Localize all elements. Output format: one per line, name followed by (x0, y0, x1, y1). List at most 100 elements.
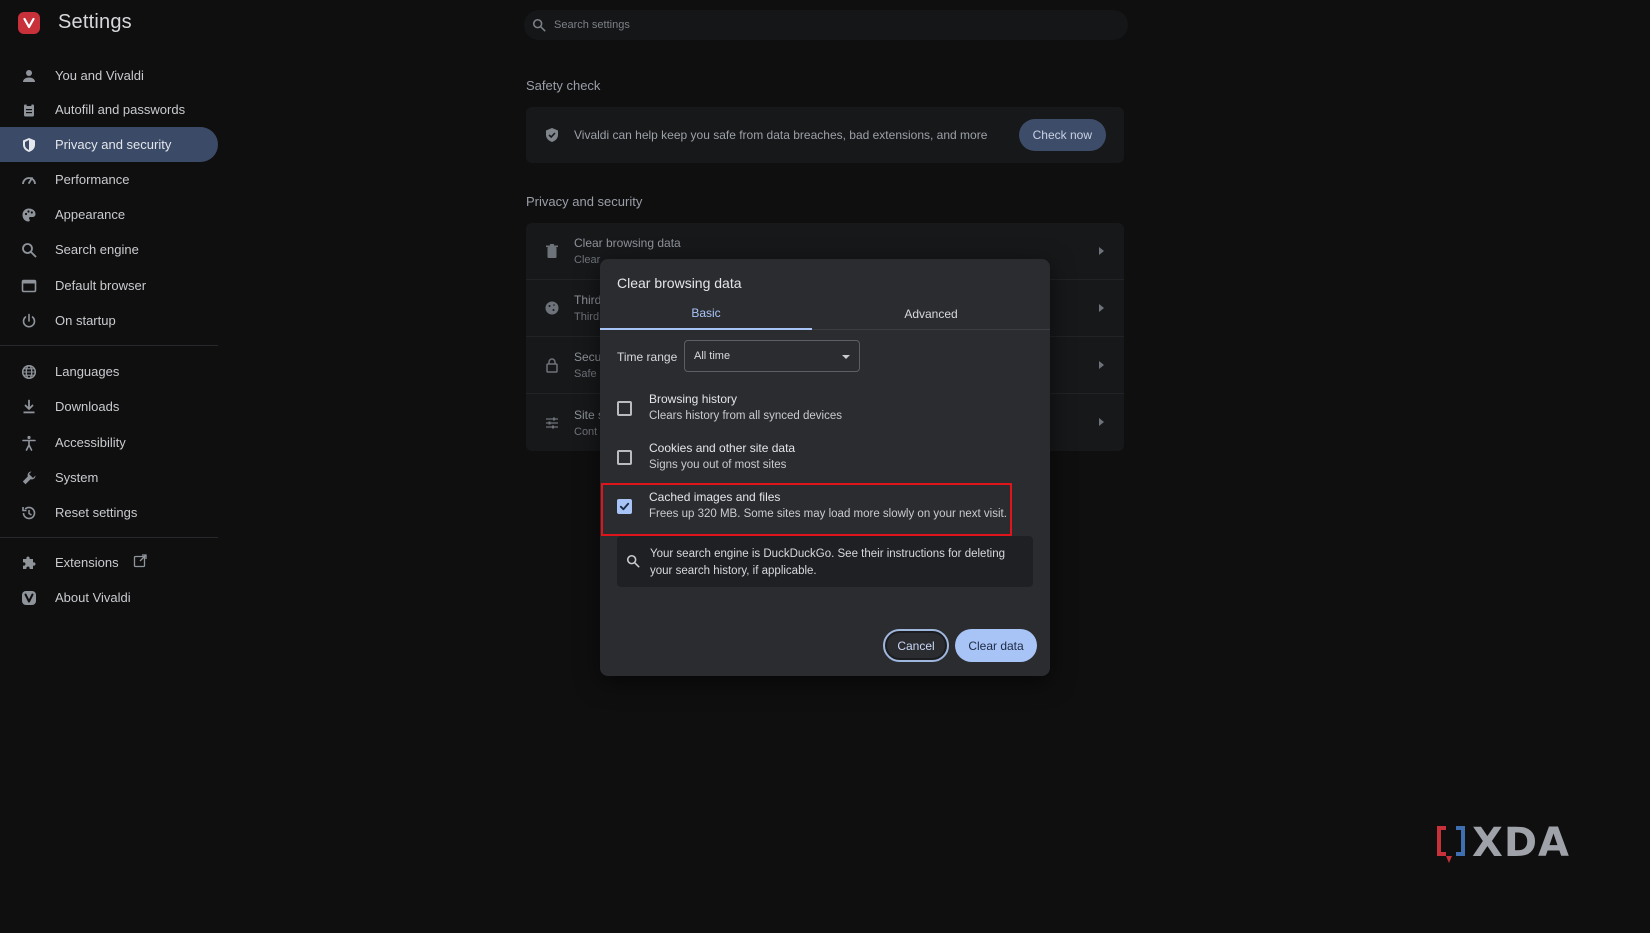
power-icon (21, 313, 37, 329)
sidebar-item-privacy-and-security[interactable]: Privacy and security (0, 127, 218, 162)
cookies-checkbox[interactable] (617, 450, 632, 465)
row-title: Third (574, 293, 602, 307)
sidebar-item-autofill[interactable]: Autofill and passwords (0, 92, 218, 127)
shield-icon (21, 137, 37, 153)
sidebar-divider (0, 537, 218, 538)
sidebar-item-default-browser[interactable]: Default browser (0, 268, 218, 303)
row-subtitle: Safe (574, 368, 597, 380)
safety-check-heading: Safety check (526, 78, 601, 93)
chevron-right-icon (1099, 247, 1104, 255)
sidebar-item-label: System (55, 470, 99, 485)
chevron-right-icon (1099, 418, 1104, 426)
search-icon (21, 242, 37, 258)
sidebar-item-about-vivaldi[interactable]: About Vivaldi (0, 580, 218, 615)
sidebar-item-label: Search engine (55, 242, 139, 257)
sidebar-item-label: Autofill and passwords (55, 102, 186, 117)
person-icon (21, 68, 37, 84)
cancel-button[interactable]: Cancel (883, 629, 949, 662)
chevron-right-icon (1099, 361, 1104, 369)
sidebar-item-appearance[interactable]: Appearance (0, 197, 218, 232)
time-range-select[interactable]: All time (684, 340, 860, 372)
xda-watermark: XDA (1434, 820, 1570, 866)
privacy-heading: Privacy and security (526, 194, 643, 209)
search-placeholder: Search settings (554, 19, 630, 31)
gauge-icon (21, 172, 37, 188)
option-title: Browsing history (649, 392, 738, 406)
chevron-right-icon (1099, 304, 1104, 312)
external-link-icon (133, 554, 147, 571)
time-range-label: Time range (617, 350, 678, 364)
lock-icon (544, 357, 560, 373)
palette-icon (21, 207, 37, 223)
option-title: Cookies and other site data (649, 441, 796, 455)
browser-window-icon (21, 278, 37, 294)
trash-icon (544, 243, 560, 259)
option-cached-images[interactable]: Cached images and files Frees up 320 MB.… (617, 490, 1037, 524)
sidebar-item-label: Appearance (55, 207, 126, 222)
cached-images-checkbox[interactable] (617, 499, 632, 514)
dialog-tabs: Basic Advanced (600, 297, 1050, 330)
safety-check-card: Vivaldi can help keep you safe from data… (526, 107, 1124, 163)
sidebar-item-label: Privacy and security (55, 137, 172, 152)
time-range-value: All time (694, 350, 731, 362)
sidebar-item-label: Default browser (55, 278, 147, 293)
option-cookies[interactable]: Cookies and other site data Signs you ou… (617, 441, 1037, 475)
check-now-button[interactable]: Check now (1018, 119, 1106, 151)
xda-logo-icon (1434, 822, 1468, 864)
sidebar-item-you-and-vivaldi[interactable]: You and Vivaldi (0, 58, 218, 93)
option-title: Cached images and files (649, 490, 781, 504)
sidebar-item-label: Reset settings (55, 505, 138, 520)
download-icon (21, 399, 37, 415)
option-subtitle: Signs you out of most sites (649, 459, 787, 471)
sidebar-item-reset-settings[interactable]: Reset settings (0, 495, 218, 530)
sidebar-item-extensions[interactable]: Extensions (0, 545, 218, 580)
clear-browsing-data-dialog: Clear browsing data Basic Advanced Time … (600, 259, 1050, 676)
sidebar-item-label: About Vivaldi (55, 590, 131, 605)
option-subtitle: Frees up 320 MB. Some sites may load mor… (649, 508, 1007, 520)
cookie-icon (544, 300, 560, 316)
checkmark-icon (619, 502, 630, 511)
history-icon (21, 505, 37, 521)
sidebar-item-search-engine[interactable]: Search engine (0, 232, 218, 267)
wrench-icon (21, 470, 37, 486)
sliders-icon (544, 415, 560, 431)
sidebar-item-performance[interactable]: Performance (0, 162, 218, 197)
sidebar-item-label: Languages (55, 364, 120, 379)
sidebar-item-label: On startup (55, 313, 116, 328)
info-text: Your search engine is DuckDuckGo. See th… (650, 548, 1005, 577)
app-header: Settings (18, 11, 132, 34)
sidebar-item-label: Downloads (55, 399, 120, 414)
search-engine-info: Your search engine is DuckDuckGo. See th… (617, 536, 1033, 587)
page-title: Settings (58, 11, 132, 33)
clear-data-button[interactable]: Clear data (955, 629, 1037, 662)
puzzle-icon (21, 555, 37, 571)
dialog-title: Clear browsing data (617, 275, 742, 291)
accessibility-icon (21, 435, 37, 451)
safety-check-text: Vivaldi can help keep you safe from data… (574, 128, 988, 142)
search-icon (532, 18, 546, 32)
row-title: Secu (574, 350, 602, 364)
search-icon (626, 554, 640, 568)
sidebar-item-accessibility[interactable]: Accessibility (0, 425, 218, 460)
sidebar-item-label: Performance (55, 172, 130, 187)
tab-basic[interactable]: Basic (600, 297, 812, 330)
shield-check-icon (544, 127, 560, 143)
globe-icon (21, 364, 37, 380)
caret-down-icon (842, 355, 850, 359)
sidebar-item-system[interactable]: System (0, 460, 218, 495)
sidebar-item-label: Accessibility (55, 435, 126, 450)
sidebar-item-downloads[interactable]: Downloads (0, 389, 218, 424)
sidebar-item-languages[interactable]: Languages (0, 354, 218, 389)
sidebar-item-label: Extensions (55, 555, 119, 570)
sidebar-item-label: You and Vivaldi (55, 68, 144, 83)
xda-wordmark: XDA (1472, 820, 1570, 866)
sidebar-item-on-startup[interactable]: On startup (0, 303, 218, 338)
sidebar-divider (0, 345, 218, 346)
search-input[interactable]: Search settings (524, 10, 1128, 40)
vivaldi-logo-icon (21, 590, 37, 606)
row-title: Clear browsing data (574, 236, 681, 250)
row-subtitle: Third (574, 311, 600, 323)
browsing-history-checkbox[interactable] (617, 401, 632, 416)
option-browsing-history[interactable]: Browsing history Clears history from all… (617, 392, 1037, 426)
tab-advanced[interactable]: Advanced (812, 297, 1050, 330)
